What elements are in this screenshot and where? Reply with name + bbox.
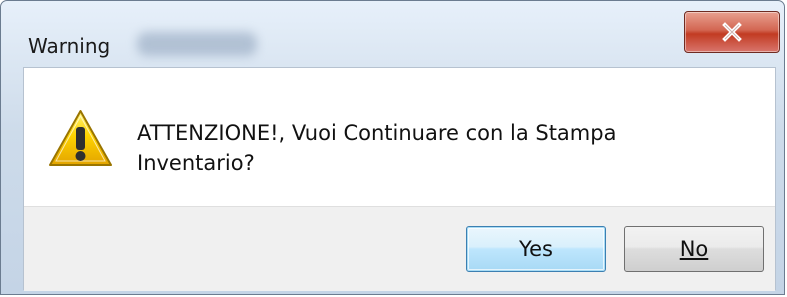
window-title: Warning xyxy=(28,34,111,58)
yes-button-label: Yes xyxy=(519,237,553,261)
message-text: ATTENZIONE!, Vuoi Continuare con la Stam… xyxy=(137,121,617,175)
warning-dialog-window: Warning ATTENZIONE!, Vuoi Continuare con… xyxy=(0,0,785,295)
message-area: ATTENZIONE!, Vuoi Continuare con la Stam… xyxy=(24,68,775,206)
title-bar[interactable]: Warning xyxy=(1,1,784,67)
button-bar: Yes No xyxy=(24,206,775,291)
yes-button[interactable]: Yes xyxy=(466,226,606,272)
blurred-title-detail xyxy=(137,32,257,56)
warning-icon xyxy=(49,110,112,166)
no-button[interactable]: No xyxy=(624,226,764,272)
close-button[interactable] xyxy=(684,11,780,53)
close-icon xyxy=(722,22,742,42)
dialog-content: ATTENZIONE!, Vuoi Continuare con la Stam… xyxy=(23,67,776,291)
no-button-label: No xyxy=(679,237,709,261)
